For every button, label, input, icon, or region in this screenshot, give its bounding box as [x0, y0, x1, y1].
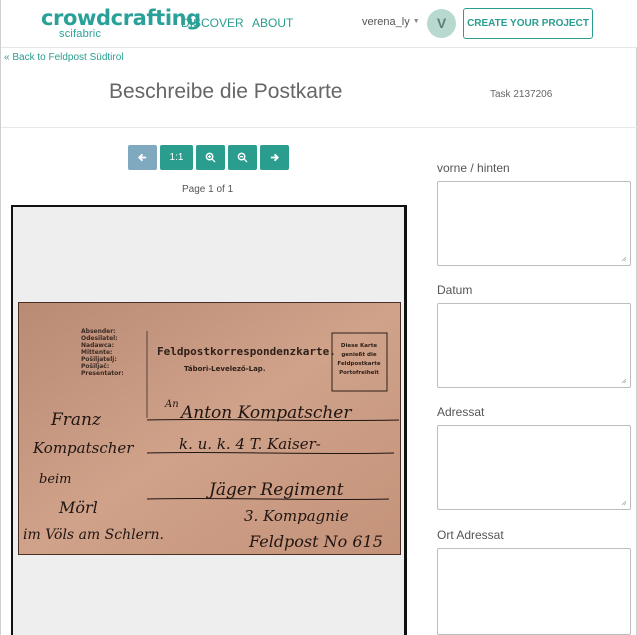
previous-page-button[interactable]: [128, 145, 157, 170]
field-label-ort-adressat: Ort Adressat: [437, 528, 504, 542]
stamp-text: Portofreiheit: [339, 370, 379, 376]
handwriting-line: Mörl: [58, 498, 98, 517]
handwriting-line: Franz: [50, 410, 102, 430]
sender-label: Nadawca:: [81, 342, 114, 349]
resize-grip-icon[interactable]: [621, 500, 627, 506]
field-label-datum: Datum: [437, 283, 473, 297]
stamp-text: Feldpostkarte: [337, 361, 380, 367]
zoom-out-icon: [237, 152, 248, 163]
task-id: Task 2137206: [490, 89, 553, 100]
logo-subtitle: scifabric: [59, 28, 102, 40]
sender-label: Mittente:: [81, 349, 112, 356]
page-info: Page 1 of 1: [182, 184, 234, 195]
arrow-left-icon: [137, 153, 147, 162]
nav-about-link[interactable]: About: [252, 16, 293, 30]
ort-adressat-textarea[interactable]: [437, 548, 631, 635]
avatar[interactable]: V: [427, 9, 456, 38]
page: crowdcrafting scifabric Discover About v…: [0, 0, 637, 635]
resize-grip-icon[interactable]: [621, 256, 627, 262]
logo-wordmark: crowdcrafting: [41, 6, 201, 30]
handwriting-line: Kompatscher: [32, 439, 134, 457]
zoom-in-button[interactable]: [196, 145, 225, 170]
stamp-text: Diese Karte: [341, 343, 377, 349]
username: verena_ly: [362, 16, 410, 28]
postcard-subheader: Tábori-Levelező-Lap.: [184, 364, 265, 373]
field-label-vorne-hinten: vorne / hinten: [437, 161, 510, 175]
sender-label: Odesilatel:: [81, 335, 118, 342]
sender-label: Pošiljatelj:: [81, 356, 117, 363]
handwriting-line: An: [164, 399, 179, 410]
datum-textarea[interactable]: [437, 303, 631, 388]
adressat-textarea[interactable]: [437, 425, 631, 510]
resize-grip-icon[interactable]: [621, 378, 627, 384]
zoom-in-icon: [205, 152, 216, 163]
field-label-adressat: Adressat: [437, 405, 485, 419]
handwriting-line: k. u. k. 4 T. Kaiser-: [179, 435, 321, 453]
create-project-button[interactable]: Create your project: [463, 8, 593, 39]
logo[interactable]: crowdcrafting scifabric: [41, 7, 201, 40]
vorne-hinten-textarea[interactable]: [437, 181, 631, 266]
handwriting-line: 3. Kompagnie: [244, 507, 349, 525]
handwriting-line: Feldpost No 615: [248, 532, 383, 551]
zoom-out-button[interactable]: [228, 145, 257, 170]
back-link[interactable]: « Back to Feldpost Südtirol: [4, 52, 124, 63]
next-page-button[interactable]: [260, 145, 289, 170]
nav-discover-link[interactable]: Discover: [181, 16, 244, 30]
page-title: Beschreibe die Postkarte: [109, 80, 343, 103]
postcard-header: Feldpostkorrespondenzkarte.: [157, 345, 336, 358]
handwriting-line: im Völs am Schlern.: [23, 527, 164, 543]
postcard-drawing: Absender: Odesilatel: Nadawca: Mittente:…: [19, 303, 400, 554]
handwriting-line: Jäger Regiment: [206, 480, 344, 500]
navbar: crowdcrafting scifabric Discover About v…: [1, 0, 637, 48]
stamp-text: genießt die: [341, 352, 377, 358]
handwriting-line: beim: [39, 472, 72, 487]
zoom-reset-button[interactable]: 1:1: [160, 145, 193, 170]
caret-down-icon: ▼: [412, 18, 420, 25]
postcard-image: Absender: Odesilatel: Nadawca: Mittente:…: [18, 302, 401, 555]
sender-label: Absender:: [81, 328, 116, 335]
sender-label: Presentator:: [81, 370, 124, 377]
arrow-right-icon: [270, 153, 280, 162]
divider: [1, 127, 637, 128]
document-viewer[interactable]: Absender: Odesilatel: Nadawca: Mittente:…: [11, 205, 407, 635]
sender-label: Pošiljač:: [81, 363, 109, 370]
user-menu-toggle[interactable]: verena_ly ▼: [362, 16, 420, 28]
